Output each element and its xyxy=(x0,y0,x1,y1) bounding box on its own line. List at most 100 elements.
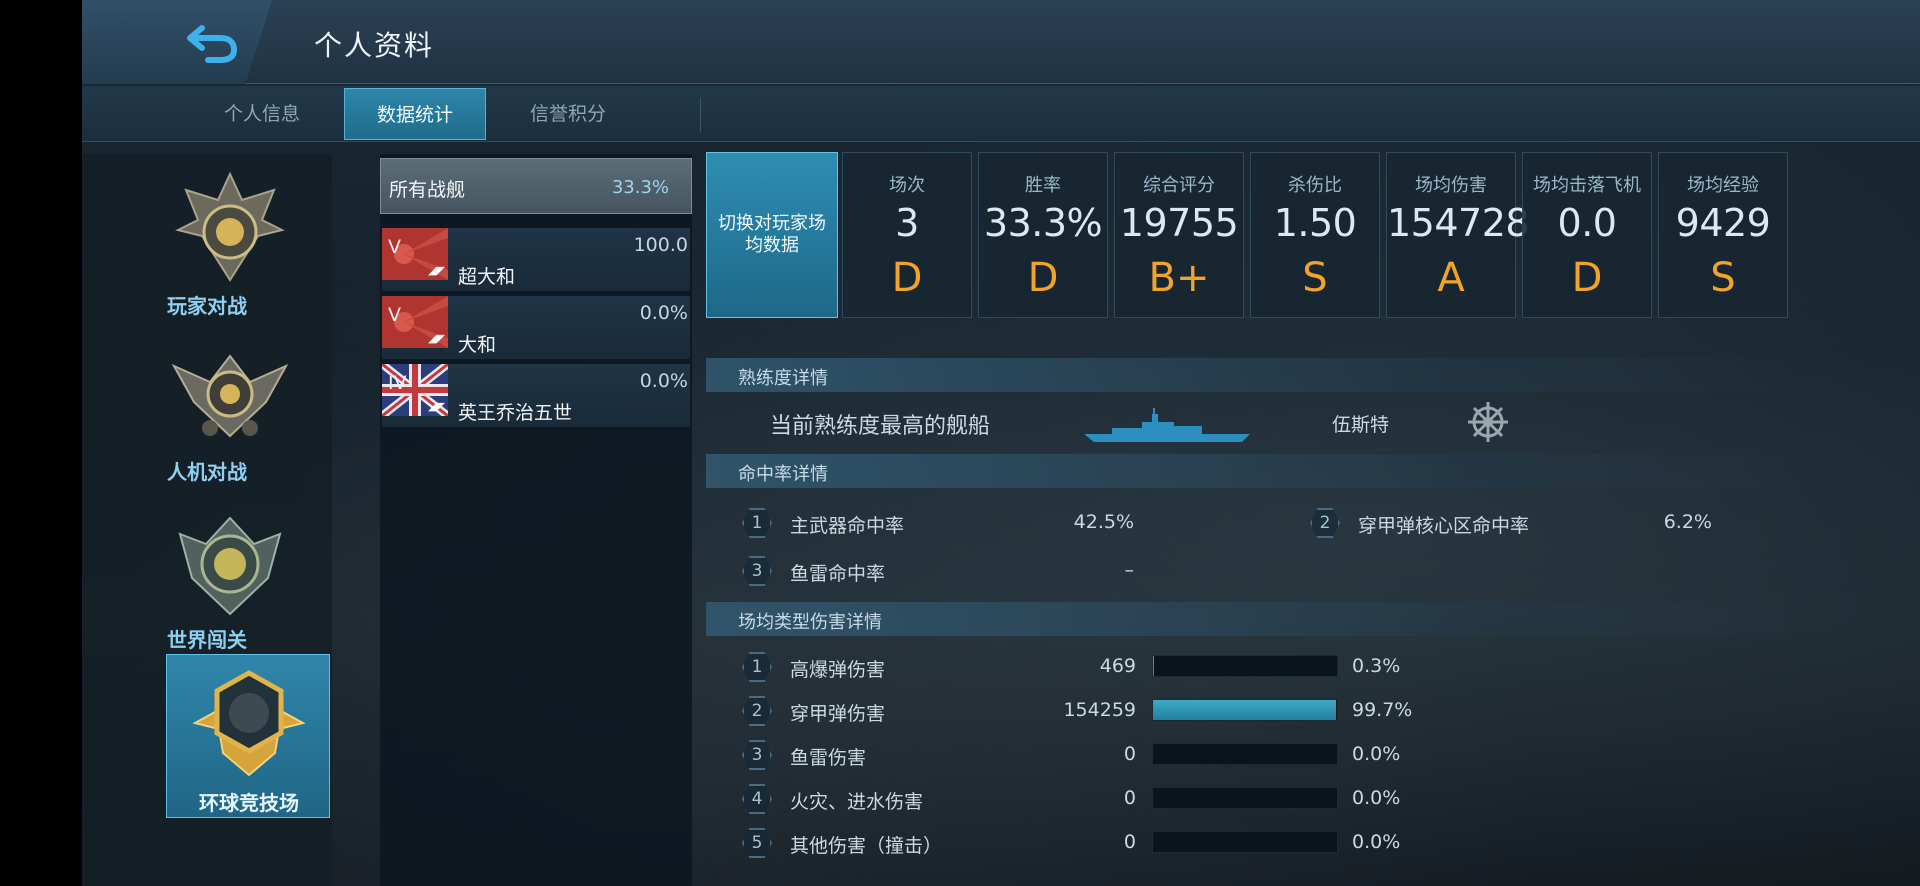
stat-grade: B+ xyxy=(1148,255,1210,301)
ship-pct: 100.0 xyxy=(633,234,688,256)
page-title: 个人资料 xyxy=(314,29,435,62)
mode-arena-label: 环球竞技场 xyxy=(199,791,299,815)
mode-pvp[interactable]: 玩家对战 xyxy=(82,164,332,326)
damage-bar xyxy=(1152,699,1338,721)
ship-name: 大和 xyxy=(458,334,497,356)
ship-row[interactable]: V ◢◤ 大和 0.0% xyxy=(382,296,690,360)
damage-value: 0 xyxy=(1123,743,1136,765)
damage-label: 火灾、进水伤害 xyxy=(790,791,924,813)
index-badge: 3 xyxy=(742,556,772,586)
world-emblem-icon xyxy=(178,516,282,616)
stat-grade: D xyxy=(891,255,923,301)
ship-row[interactable]: V ◢◤ 超大和 100.0 xyxy=(382,228,690,292)
stat-label: 场均经验 xyxy=(1687,175,1759,196)
index-badge: 2 xyxy=(742,696,772,726)
accuracy-value: 6.2% xyxy=(1663,511,1712,533)
stat-label: 综合评分 xyxy=(1143,175,1215,196)
stat-label: 胜率 xyxy=(1025,175,1061,196)
accuracy-label: 穿甲弹核心区命中率 xyxy=(1358,515,1530,537)
visibility-icon: ◢◤ xyxy=(428,400,445,413)
stat-label: 场均伤害 xyxy=(1415,175,1487,196)
back-arrow-icon xyxy=(187,25,238,63)
toggle-average-button[interactable]: 切换对玩家场均数据 xyxy=(706,152,838,318)
stat-label: 场均击落飞机 xyxy=(1533,175,1641,196)
all-ships-filter[interactable]: 所有战舰 33.3% xyxy=(380,158,692,214)
stat-grade: A xyxy=(1437,255,1465,301)
stat-card-exp: 场均经验 9429 S xyxy=(1658,152,1788,318)
damage-bar xyxy=(1152,831,1338,853)
proficiency-header: 熟练度详情 xyxy=(706,358,1786,392)
tab-reputation[interactable]: 信誉积分 xyxy=(488,88,648,140)
index-badge: 1 xyxy=(742,652,772,682)
accuracy-header: 命中率详情 xyxy=(706,454,1786,488)
damage-bar-fill xyxy=(1153,656,1154,676)
ship-pct: 0.0% xyxy=(639,370,688,392)
mode-pve[interactable]: 人机对战 xyxy=(82,330,332,492)
tab-divider xyxy=(700,98,701,132)
damage-label: 鱼雷伤害 xyxy=(790,747,867,769)
mode-arena[interactable]: 环球竞技场 xyxy=(166,654,330,818)
damage-value: 154259 xyxy=(1063,699,1136,721)
stat-card-planes: 场均击落飞机 0.0 D xyxy=(1522,152,1652,318)
stat-card-rating: 综合评分 19755 B+ xyxy=(1114,152,1244,318)
section-title: 命中率详情 xyxy=(738,464,828,485)
damage-label: 高爆弹伤害 xyxy=(790,659,886,681)
index-badge: 2 xyxy=(1310,508,1340,538)
accuracy-label: 主武器命中率 xyxy=(790,515,905,537)
mode-pvp-label: 玩家对战 xyxy=(167,294,247,318)
section-title: 熟练度详情 xyxy=(738,368,828,389)
stat-value: 19755 xyxy=(1119,201,1239,245)
proficiency-label: 当前熟练度最高的舰船 xyxy=(770,414,991,439)
mode-world-label: 世界闯关 xyxy=(167,628,247,652)
tab-personal-info[interactable]: 个人信息 xyxy=(182,88,342,140)
damage-value: 0 xyxy=(1123,787,1136,809)
mode-pve-label: 人机对战 xyxy=(167,460,247,484)
damage-pct: 0.0% xyxy=(1352,831,1401,853)
back-button[interactable] xyxy=(82,0,272,84)
damage-pct: 0.3% xyxy=(1352,655,1401,677)
visibility-icon: ◢◤ xyxy=(428,264,445,277)
accuracy-value: 42.5% xyxy=(1073,511,1134,533)
stat-value: 9429 xyxy=(1675,201,1771,245)
all-ships-label: 所有战舰 xyxy=(389,179,466,201)
stat-grade: S xyxy=(1710,255,1736,301)
ship-tier: IV xyxy=(388,372,407,394)
index-badge: 5 xyxy=(742,828,772,858)
damage-header: 场均类型伤害详情 xyxy=(706,602,1786,636)
damage-bar xyxy=(1152,743,1338,765)
pvp-emblem-icon xyxy=(175,171,285,282)
visibility-icon: ◢◤ xyxy=(428,332,445,345)
index-badge: 4 xyxy=(742,784,772,814)
ship-wheel-icon xyxy=(1468,402,1508,442)
ship-row[interactable]: IV ◢◤ 英王乔治五世 0.0% xyxy=(382,364,690,428)
stat-grade: D xyxy=(1571,255,1603,301)
index-badge: 1 xyxy=(742,508,772,538)
damage-bar xyxy=(1152,655,1338,677)
ship-tier: V xyxy=(388,304,401,326)
stat-value: 33.3% xyxy=(983,201,1103,245)
stat-card-avg-damage: 场均伤害 154728 A xyxy=(1386,152,1530,318)
ship-name: 英王乔治五世 xyxy=(458,402,573,424)
stat-label: 杀伤比 xyxy=(1288,175,1342,196)
stat-value: 1.50 xyxy=(1273,201,1357,245)
damage-label: 穿甲弹伤害 xyxy=(790,703,886,725)
stat-card-winrate: 胜率 33.3% D xyxy=(978,152,1108,318)
stat-grade: S xyxy=(1302,255,1328,301)
stat-value: 154728 xyxy=(1387,201,1530,245)
ship-list: 所有战舰 33.3% V ◢◤ 超大和 100.0 V ◢◤ 大和 0.0% I… xyxy=(380,154,692,886)
ship-silhouette-icon xyxy=(1084,408,1250,442)
accuracy-label: 鱼雷命中率 xyxy=(790,563,886,585)
tab-statistics[interactable]: 数据统计 xyxy=(344,88,486,140)
stat-value: 0.0 xyxy=(1557,201,1617,245)
mode-world[interactable]: 世界闯关 xyxy=(82,498,332,660)
section-title: 场均类型伤害详情 xyxy=(738,612,882,633)
index-badge: 3 xyxy=(742,740,772,770)
header: 个人资料 xyxy=(82,0,1920,84)
damage-pct: 99.7% xyxy=(1352,699,1413,721)
stat-card-battles: 场次 3 D xyxy=(842,152,972,318)
damage-label: 其他伤害（撞击） xyxy=(790,835,943,857)
damage-value: 469 xyxy=(1099,655,1136,677)
pve-emblem-icon xyxy=(171,354,289,438)
damage-pct: 0.0% xyxy=(1352,787,1401,809)
stat-label: 场次 xyxy=(889,175,925,196)
